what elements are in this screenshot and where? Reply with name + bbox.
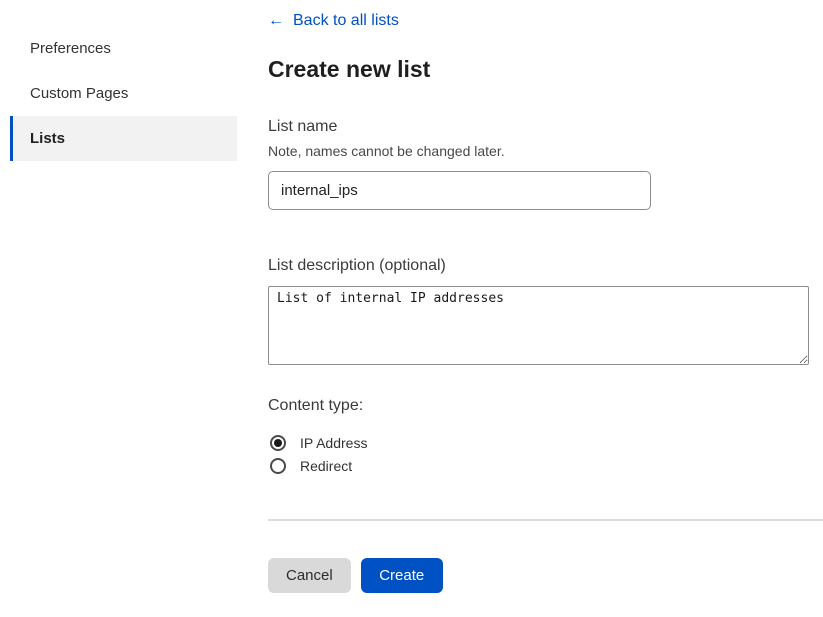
sidebar-item-label: Preferences <box>30 40 111 57</box>
create-list-panel: ← Back to all lists Create new list List… <box>268 0 823 593</box>
list-description-textarea[interactable]: List of internal IP addresses <box>268 286 809 365</box>
settings-sidebar: Preferences Custom Pages Lists <box>10 26 237 161</box>
radio-button-icon[interactable] <box>270 435 286 451</box>
page-title: Create new list <box>268 56 823 83</box>
content-type-label: Content type: <box>268 397 823 415</box>
sidebar-item-lists[interactable]: Lists <box>10 116 237 161</box>
sidebar-item-label: Lists <box>30 130 65 147</box>
radio-option-ip-address[interactable]: IP Address <box>268 431 823 454</box>
back-link-label: Back to all lists <box>293 12 399 30</box>
radio-option-label: Redirect <box>300 458 352 474</box>
list-name-note: Note, names cannot be changed later. <box>268 143 823 159</box>
list-name-label: List name <box>268 118 823 136</box>
form-actions: Cancel Create <box>268 558 823 593</box>
radio-button-icon[interactable] <box>270 458 286 474</box>
divider <box>268 519 823 521</box>
list-name-input[interactable] <box>268 171 651 210</box>
sidebar-item-custom-pages[interactable]: Custom Pages <box>10 71 237 116</box>
cancel-button[interactable]: Cancel <box>268 558 351 593</box>
list-description-label: List description (optional) <box>268 257 823 275</box>
back-to-all-lists-link[interactable]: ← Back to all lists <box>268 12 399 30</box>
sidebar-item-label: Custom Pages <box>30 85 128 102</box>
create-button[interactable]: Create <box>361 558 443 593</box>
radio-option-label: IP Address <box>300 435 367 451</box>
sidebar-item-preferences[interactable]: Preferences <box>10 26 237 71</box>
back-arrow-icon: ← <box>268 12 284 30</box>
content-type-radio-group: IP Address Redirect <box>268 431 823 477</box>
radio-option-redirect[interactable]: Redirect <box>268 454 823 477</box>
